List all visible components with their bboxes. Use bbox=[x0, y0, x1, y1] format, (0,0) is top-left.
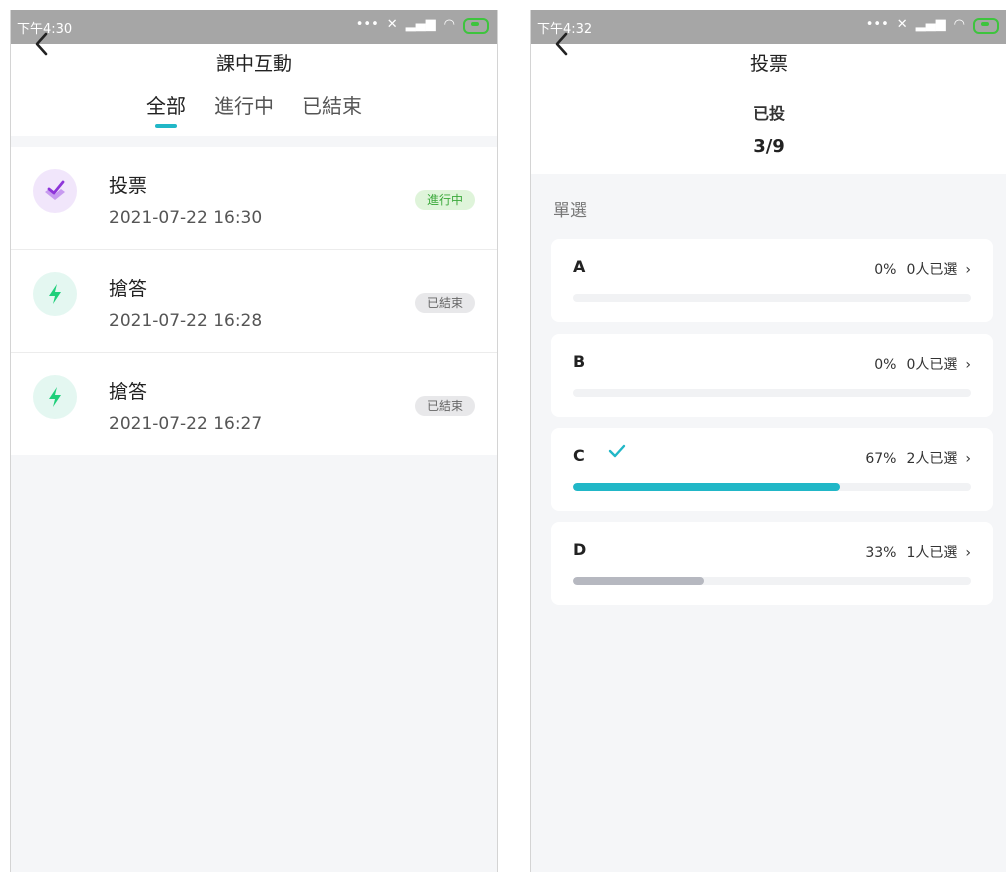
tab-indicator bbox=[155, 124, 177, 128]
list-item-quick-answer[interactable]: 搶答 2021-07-22 16:28 已結束 bbox=[11, 250, 497, 353]
status-badge: 已結束 bbox=[414, 293, 475, 313]
voted-count: 3/9 bbox=[753, 136, 785, 157]
option-card-c[interactable]: C 67% 2人已選 › bbox=[551, 428, 993, 511]
page-title: 投票 bbox=[749, 53, 788, 75]
mute-icon: ✕ bbox=[386, 17, 398, 32]
tab-ended[interactable]: 已結束 bbox=[302, 84, 362, 119]
option-count: 1人已選 bbox=[906, 545, 958, 561]
status-badge: 進行中 bbox=[414, 190, 475, 210]
status-bar: 下午4:30 ••• ✕ ▂▄▆ ◠ bbox=[11, 10, 497, 44]
status-badge: 已結束 bbox=[414, 396, 475, 416]
status-icons: ••• ✕ ▂▄▆ ◠ bbox=[356, 16, 489, 34]
item-title: 搶答 bbox=[109, 278, 148, 300]
nav-bar: 投票 bbox=[531, 32, 1006, 84]
item-time: 2021-07-22 16:30 bbox=[109, 208, 263, 228]
lightning-icon bbox=[33, 375, 77, 419]
back-icon[interactable] bbox=[549, 32, 577, 56]
voted-summary: 已投 3/9 bbox=[531, 84, 1006, 174]
option-letter: C bbox=[573, 446, 585, 465]
item-time: 2021-07-22 16:27 bbox=[109, 414, 263, 434]
chevron-right-icon: › bbox=[965, 451, 971, 467]
option-percent: 33% bbox=[865, 545, 897, 561]
check-icon bbox=[608, 444, 626, 458]
vote-detail-screen: 下午4:32 ••• ✕ ▂▄▆ ◠ 投票 已投 3/9 單選 A 0% 0人已選… bbox=[530, 10, 1006, 872]
tab-all[interactable]: 全部 bbox=[146, 84, 186, 128]
page-title: 課中互動 bbox=[215, 53, 292, 75]
mute-icon: ✕ bbox=[896, 17, 908, 32]
option-percent: 0% bbox=[874, 357, 897, 373]
option-count: 2人已選 bbox=[906, 451, 958, 467]
tab-bar: 全部 進行中 已結束 bbox=[11, 84, 497, 136]
option-letter: D bbox=[573, 540, 587, 559]
item-time: 2021-07-22 16:28 bbox=[109, 311, 263, 331]
tab-label: 進行中 bbox=[214, 94, 274, 118]
item-title: 搶答 bbox=[109, 381, 148, 403]
option-percent: 0% bbox=[874, 262, 897, 278]
vote-icon bbox=[33, 169, 77, 213]
voted-label: 已投 bbox=[752, 104, 785, 123]
chevron-right-icon: › bbox=[965, 262, 971, 278]
chevron-right-icon: › bbox=[965, 357, 971, 373]
status-bar: 下午4:32 ••• ✕ ▂▄▆ ◠ bbox=[531, 10, 1006, 44]
option-stats: 33% 1人已選 › bbox=[865, 542, 971, 562]
option-count: 0人已選 bbox=[906, 262, 958, 278]
tab-in-progress[interactable]: 進行中 bbox=[214, 84, 274, 119]
wifi-icon: ◠ bbox=[953, 17, 965, 32]
tab-label: 全部 bbox=[146, 94, 186, 118]
option-progress-fill bbox=[573, 483, 840, 491]
lightning-icon bbox=[33, 272, 77, 316]
battery-icon bbox=[463, 18, 489, 34]
option-stats: 0% 0人已選 › bbox=[874, 354, 971, 374]
option-progress-track bbox=[573, 483, 971, 491]
interaction-list: 投票 2021-07-22 16:30 進行中 搶答 2021-07-22 16… bbox=[11, 147, 497, 455]
battery-icon bbox=[973, 18, 999, 34]
list-item-quick-answer[interactable]: 搶答 2021-07-22 16:27 已結束 bbox=[11, 353, 497, 455]
option-card-d[interactable]: D 33% 1人已選 › bbox=[551, 522, 993, 605]
option-percent: 67% bbox=[865, 451, 897, 467]
option-progress-track bbox=[573, 389, 971, 397]
option-card-a[interactable]: A 0% 0人已選 › bbox=[551, 239, 993, 322]
wifi-icon: ◠ bbox=[443, 17, 455, 32]
more-icon: ••• bbox=[865, 17, 889, 32]
back-icon[interactable] bbox=[29, 32, 57, 56]
option-stats: 67% 2人已選 › bbox=[865, 448, 971, 468]
nav-bar: 課中互動 bbox=[11, 32, 497, 84]
chevron-right-icon: › bbox=[965, 545, 971, 561]
signal-icon: ▂▄▆ bbox=[915, 17, 946, 32]
option-progress-track bbox=[573, 577, 971, 585]
option-stats: 0% 0人已選 › bbox=[874, 259, 971, 279]
more-icon: ••• bbox=[355, 17, 379, 32]
option-letter: A bbox=[573, 257, 586, 276]
signal-icon: ▂▄▆ bbox=[405, 17, 436, 32]
option-card-b[interactable]: B 0% 0人已選 › bbox=[551, 334, 993, 417]
option-letter: B bbox=[573, 352, 586, 371]
status-icons: ••• ✕ ▂▄▆ ◠ bbox=[866, 16, 999, 34]
interactions-screen: 下午4:30 ••• ✕ ▂▄▆ ◠ 課中互動 全部 進行中 已結束 投票 20… bbox=[10, 10, 498, 872]
question-type-label: 單選 bbox=[553, 201, 587, 221]
tab-label: 已結束 bbox=[302, 94, 362, 118]
option-progress-fill bbox=[573, 577, 705, 585]
option-progress-track bbox=[573, 294, 971, 302]
item-title: 投票 bbox=[109, 175, 148, 197]
option-count: 0人已選 bbox=[906, 357, 958, 373]
list-item-vote[interactable]: 投票 2021-07-22 16:30 進行中 bbox=[11, 147, 497, 250]
